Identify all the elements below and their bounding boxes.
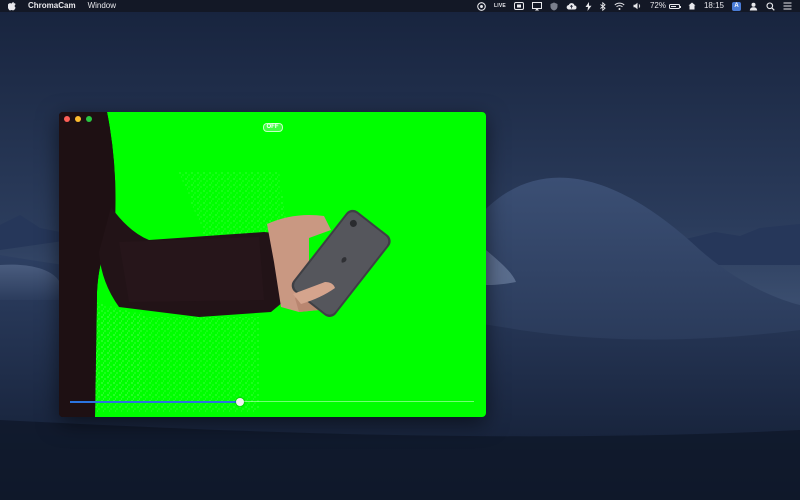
slider-fill xyxy=(70,400,240,403)
menu-clock[interactable]: 18:15 xyxy=(704,0,724,12)
close-button[interactable] xyxy=(64,116,70,122)
menu-window[interactable]: Window xyxy=(88,0,116,12)
lightning-bolt-icon[interactable] xyxy=(585,0,592,12)
user-icon[interactable] xyxy=(749,0,758,12)
camera-aperture-icon[interactable] xyxy=(477,0,486,12)
apple-icon[interactable] xyxy=(7,1,16,11)
threshold-slider[interactable] xyxy=(70,397,474,406)
menu-bar: ChromaCam Window LIVE 72% 18:15 A xyxy=(0,0,800,12)
screen-mirror-icon[interactable] xyxy=(531,0,542,12)
shield-icon[interactable] xyxy=(550,0,558,12)
camera-preview xyxy=(59,112,486,417)
battery-status[interactable]: 72% xyxy=(649,0,681,12)
cloud-upload-icon[interactable] xyxy=(566,0,577,12)
volume-icon[interactable] xyxy=(633,0,642,12)
bluetooth-icon[interactable] xyxy=(600,0,606,12)
window-controls xyxy=(64,116,92,122)
menu-list-icon[interactable] xyxy=(783,0,792,12)
chromacam-window[interactable]: OFF xyxy=(59,112,486,417)
slider-knob[interactable] xyxy=(235,397,244,406)
display-box-icon[interactable] xyxy=(513,0,524,12)
battery-percent: 72% xyxy=(649,1,666,10)
battery-icon xyxy=(668,3,681,9)
menu-app-name[interactable]: ChromaCam xyxy=(28,0,76,12)
wifi-icon[interactable] xyxy=(614,0,625,12)
input-source-badge[interactable]: A xyxy=(732,1,741,11)
home-icon[interactable] xyxy=(688,0,696,12)
status-live-indicator[interactable]: LIVE xyxy=(494,0,506,12)
zoom-button[interactable] xyxy=(86,116,92,122)
minimize-button[interactable] xyxy=(75,116,81,122)
toggle-pill[interactable]: OFF xyxy=(262,123,283,132)
search-icon[interactable] xyxy=(766,0,775,12)
